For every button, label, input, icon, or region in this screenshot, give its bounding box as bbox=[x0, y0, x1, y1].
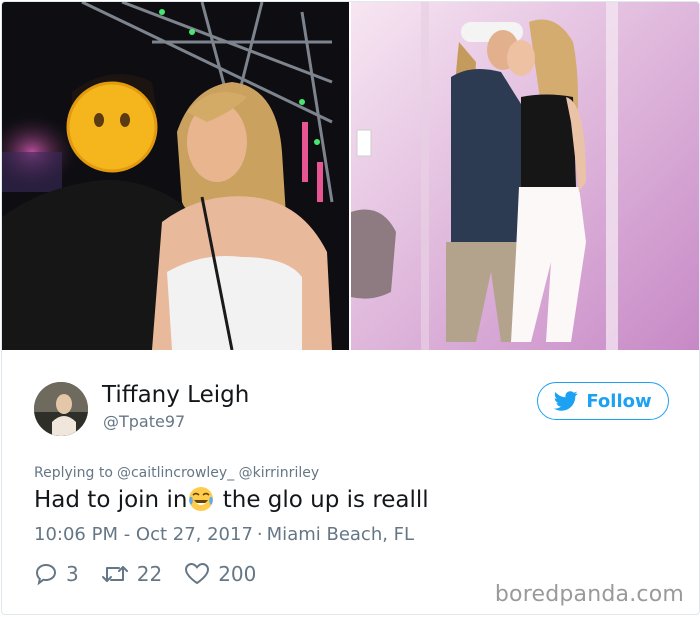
reply-count: 3 bbox=[66, 562, 79, 586]
replying-label: Replying to bbox=[34, 465, 113, 481]
reply-icon bbox=[34, 562, 58, 586]
tweet-text-after: the glo up is realll bbox=[215, 487, 429, 513]
tweet-photos bbox=[2, 2, 699, 350]
replying-to: Replying to @caitlincrowley_ @kirrinriley bbox=[34, 465, 319, 481]
twitter-bird-icon bbox=[554, 391, 579, 411]
mention-link[interactable]: @kirrinriley bbox=[239, 465, 319, 481]
tweet-location[interactable]: Miami Beach, FL bbox=[267, 524, 414, 545]
retweet-count: 22 bbox=[136, 562, 163, 586]
tweet-actions: 3 22 200 bbox=[34, 562, 278, 586]
mention-link[interactable]: @caitlincrowley_ bbox=[117, 465, 234, 481]
tweet-card: Tiffany Leigh @Tpate97 Follow Replying t… bbox=[1, 1, 700, 615]
like-count: 200 bbox=[218, 562, 257, 586]
retweet-icon bbox=[101, 563, 129, 585]
tweet-meta: 10:06 PM - Oct 27, 2017 · Miami Beach, FL bbox=[34, 524, 414, 545]
heart-icon bbox=[184, 562, 210, 586]
watermark: boredpanda.com bbox=[494, 582, 684, 607]
follow-label: Follow bbox=[586, 390, 652, 412]
emoji-icon bbox=[188, 486, 214, 512]
like-button[interactable]: 200 bbox=[184, 562, 256, 586]
retweet-button[interactable]: 22 bbox=[101, 562, 162, 586]
tweet-timestamp[interactable]: 10:06 PM - Oct 27, 2017 bbox=[34, 524, 253, 545]
tweet-text-before: Had to join in bbox=[34, 487, 188, 513]
follow-button[interactable]: Follow bbox=[537, 382, 669, 420]
tweet-text: Had to join in the glo up is realll bbox=[34, 486, 429, 513]
author-handle[interactable]: @Tpate97 bbox=[103, 412, 185, 431]
photo-ferris-wheel[interactable] bbox=[2, 2, 349, 350]
author-name[interactable]: Tiffany Leigh bbox=[102, 382, 249, 408]
avatar[interactable] bbox=[34, 382, 88, 436]
meta-separator: · bbox=[256, 524, 263, 545]
photo-couple-kissing[interactable] bbox=[351, 2, 699, 350]
reply-button[interactable]: 3 bbox=[34, 562, 79, 586]
